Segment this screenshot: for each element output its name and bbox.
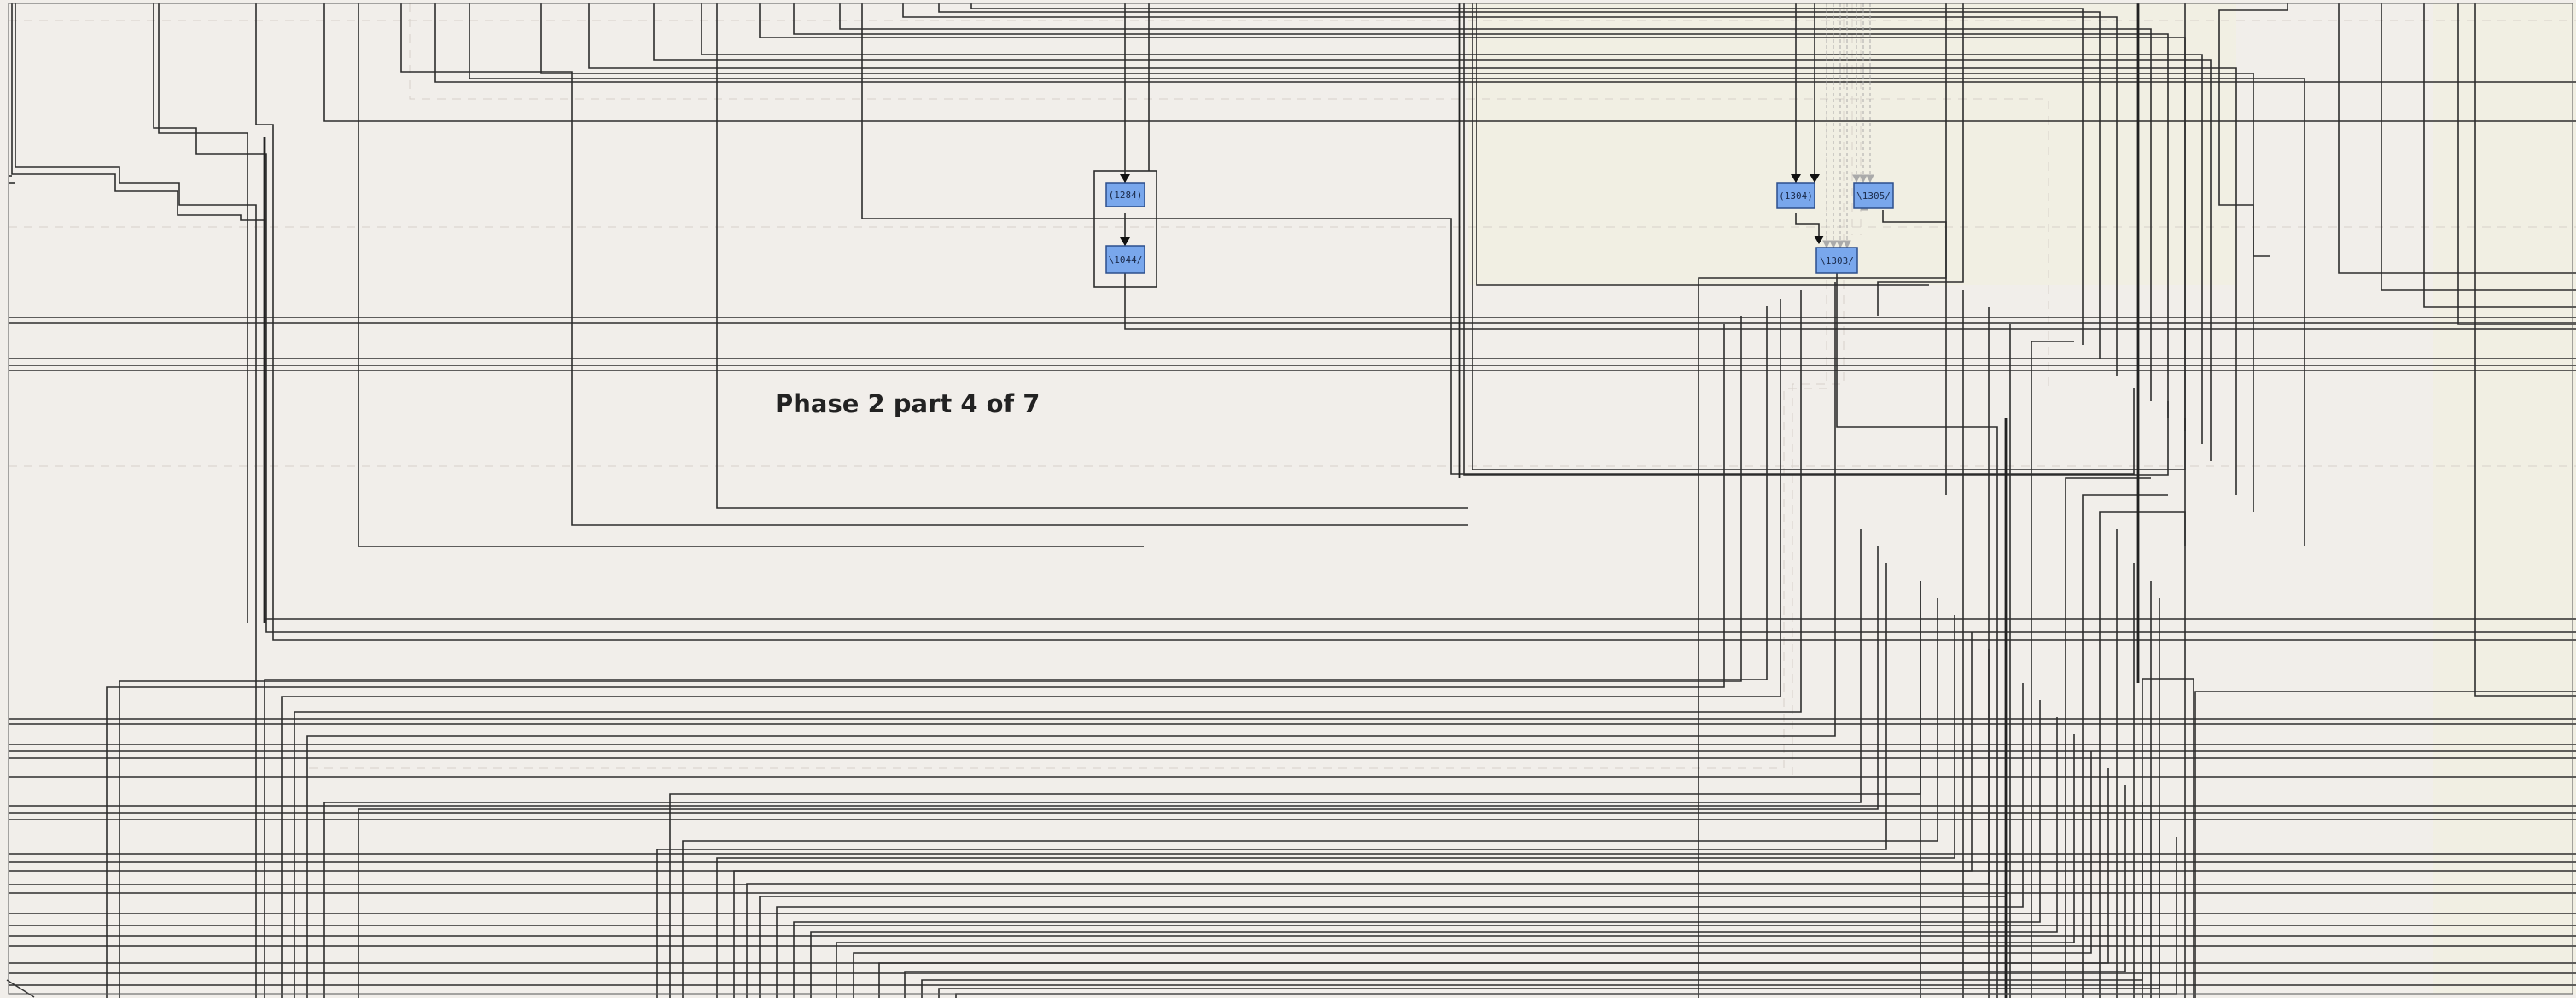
panel-yellow-right (2433, 3, 2576, 994)
node-1304[interactable]: (1304) (1776, 182, 1815, 209)
node-1044-label: \1044/ (1109, 254, 1143, 266)
node-1044[interactable]: \1044/ (1105, 245, 1145, 274)
diagram-canvas: (1284) \1044/ (1304) \1305/ \1303/ Phase… (0, 0, 2576, 998)
node-1305[interactable]: \1305/ (1853, 182, 1894, 209)
node-1303[interactable]: \1303/ (1815, 247, 1858, 274)
node-1304-label: (1304) (1779, 190, 1813, 201)
diagram-title: Phase 2 part 4 of 7 (775, 389, 1040, 418)
node-1284-label: (1284) (1109, 190, 1143, 201)
node-1284[interactable]: (1284) (1105, 182, 1145, 207)
node-1303-label: \1303/ (1820, 255, 1854, 266)
node-1305-label: \1305/ (1856, 190, 1891, 201)
